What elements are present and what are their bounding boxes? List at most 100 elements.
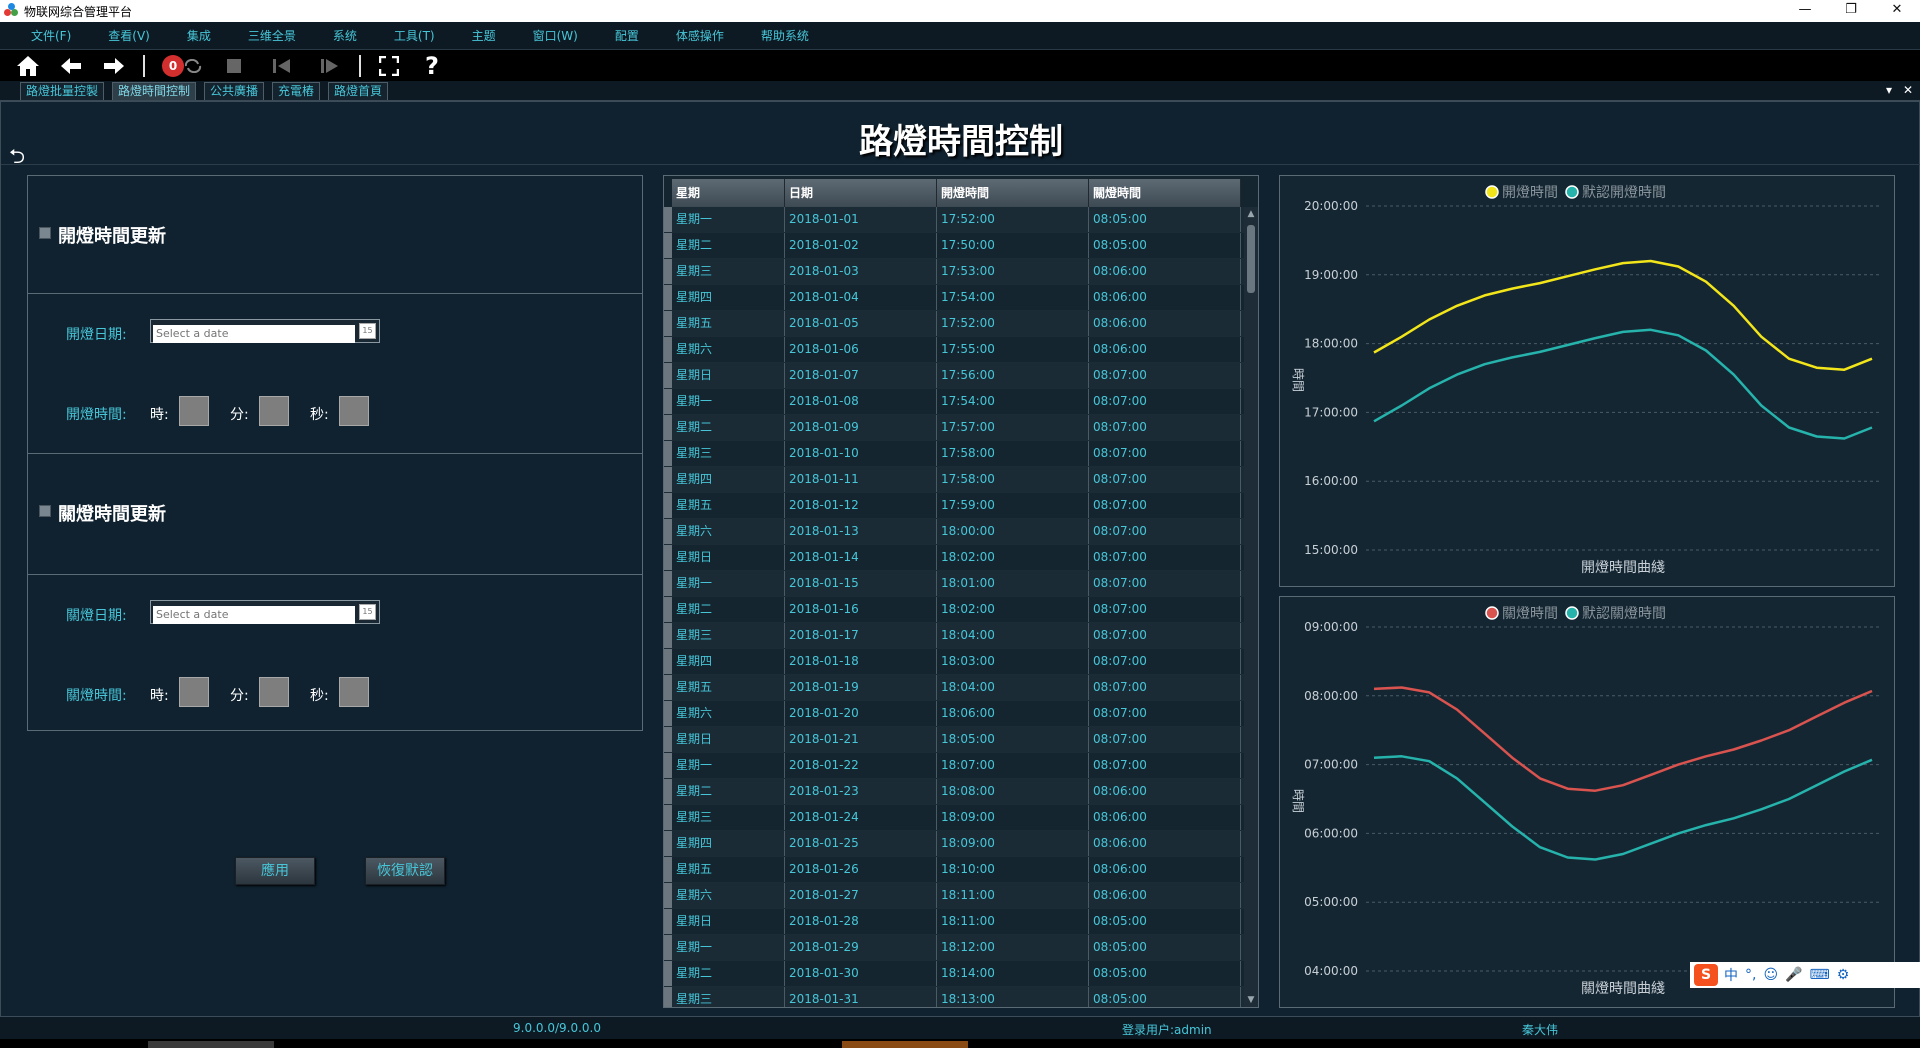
- column-header-off-time[interactable]: 關燈時間: [1089, 179, 1241, 207]
- keyboard-icon[interactable]: ⌨: [1810, 967, 1830, 983]
- row-selector[interactable]: [664, 857, 672, 882]
- table-row[interactable]: 星期六 2018-01-06 17:55:00 08:06:00: [664, 337, 1244, 363]
- table-row[interactable]: 星期二 2018-01-09 17:57:00 08:07:00: [664, 415, 1244, 441]
- menu-theme[interactable]: 主题: [472, 27, 496, 44]
- table-row[interactable]: 星期二 2018-01-30 18:14:00 08:05:00: [664, 961, 1244, 987]
- row-selector[interactable]: [664, 883, 672, 908]
- row-selector[interactable]: [664, 987, 672, 1007]
- row-selector[interactable]: [664, 415, 672, 440]
- back-button[interactable]: [56, 51, 86, 81]
- table-row[interactable]: 星期一 2018-01-01 17:52:00 08:05:00: [664, 207, 1244, 233]
- table-row[interactable]: 星期四 2018-01-25 18:09:00 08:06:00: [664, 831, 1244, 857]
- ime-punct-toggle[interactable]: °,: [1745, 967, 1756, 983]
- row-selector[interactable]: [664, 207, 672, 232]
- on-date-input[interactable]: [153, 324, 355, 343]
- settings-icon[interactable]: ⚙: [1837, 967, 1850, 983]
- refresh-button[interactable]: 0: [158, 51, 206, 81]
- table-row[interactable]: 星期三 2018-01-24 18:09:00 08:06:00: [664, 805, 1244, 831]
- column-header-date[interactable]: 日期: [785, 179, 937, 207]
- row-selector[interactable]: [664, 441, 672, 466]
- legend-label[interactable]: 關燈時間: [1502, 606, 1558, 622]
- microphone-icon[interactable]: 🎤: [1785, 967, 1802, 983]
- legend-marker[interactable]: [1565, 606, 1579, 620]
- row-selector[interactable]: [664, 727, 672, 752]
- legend-label[interactable]: 開燈時間: [1502, 185, 1558, 201]
- row-selector[interactable]: [664, 519, 672, 544]
- table-row[interactable]: 星期四 2018-01-11 17:58:00 08:07:00: [664, 467, 1244, 493]
- menu-tools[interactable]: 工具(T): [394, 27, 435, 44]
- row-selector[interactable]: [664, 311, 672, 336]
- column-header-on-time[interactable]: 開燈時間: [937, 179, 1089, 207]
- undo-back-icon[interactable]: ⮌: [9, 142, 25, 176]
- table-row[interactable]: 星期五 2018-01-26 18:10:00 08:06:00: [664, 857, 1244, 883]
- row-selector[interactable]: [664, 753, 672, 778]
- tab-streetlight-home[interactable]: 路燈首頁: [328, 82, 389, 100]
- legend-marker[interactable]: [1485, 185, 1499, 199]
- table-row[interactable]: 星期三 2018-01-10 17:58:00 08:07:00: [664, 441, 1244, 467]
- table-row[interactable]: 星期日 2018-01-14 18:02:00 08:07:00: [664, 545, 1244, 571]
- calendar-icon[interactable]: 15: [359, 323, 376, 339]
- table-row[interactable]: 星期一 2018-01-08 17:54:00 08:07:00: [664, 389, 1244, 415]
- scrollbar-thumb[interactable]: [1247, 225, 1255, 293]
- on-hour-input[interactable]: [179, 396, 209, 426]
- table-row[interactable]: 星期三 2018-01-31 18:13:00 08:05:00: [664, 987, 1244, 1007]
- off-minute-input[interactable]: [259, 677, 289, 707]
- on-update-checkbox[interactable]: [39, 227, 51, 239]
- row-selector[interactable]: [664, 545, 672, 570]
- table-row[interactable]: 星期四 2018-01-04 17:54:00 08:06:00: [664, 285, 1244, 311]
- on-second-input[interactable]: [339, 396, 369, 426]
- minimize-button[interactable]: —: [1782, 0, 1828, 22]
- menu-system[interactable]: 系统: [333, 27, 357, 44]
- off-update-checkbox[interactable]: [39, 505, 51, 517]
- row-selector[interactable]: [664, 805, 672, 830]
- row-selector[interactable]: [664, 779, 672, 804]
- row-selector[interactable]: [664, 623, 672, 648]
- row-selector[interactable]: [664, 337, 672, 362]
- column-header-weekday[interactable]: 星期: [672, 179, 785, 207]
- table-row[interactable]: 星期五 2018-01-19 18:04:00 08:07:00: [664, 675, 1244, 701]
- taskbar-item[interactable]: [842, 1041, 968, 1048]
- step-back-button[interactable]: [267, 51, 297, 81]
- ime-lang-toggle[interactable]: 中: [1724, 965, 1738, 985]
- table-row[interactable]: 星期日 2018-01-28 18:11:00 08:05:00: [664, 909, 1244, 935]
- tab-charging-pile[interactable]: 充電樁: [272, 82, 321, 100]
- row-selector[interactable]: [664, 649, 672, 674]
- table-row[interactable]: 星期日 2018-01-07 17:56:00 08:07:00: [664, 363, 1244, 389]
- table-scrollbar[interactable]: ▲ ▼: [1244, 207, 1258, 1007]
- row-selector[interactable]: [664, 467, 672, 492]
- off-second-input[interactable]: [339, 677, 369, 707]
- apply-button[interactable]: 應用: [235, 857, 315, 885]
- tab-public-broadcast[interactable]: 公共廣播: [204, 82, 265, 100]
- menu-view[interactable]: 查看(V): [108, 27, 150, 44]
- row-selector[interactable]: [664, 259, 672, 284]
- step-forward-button[interactable]: [315, 51, 345, 81]
- off-hour-input[interactable]: [179, 677, 209, 707]
- taskbar-item[interactable]: [148, 1041, 274, 1048]
- scroll-up-icon[interactable]: ▲: [1244, 209, 1258, 219]
- table-row[interactable]: 星期六 2018-01-13 18:00:00 08:07:00: [664, 519, 1244, 545]
- menu-window[interactable]: 窗口(W): [533, 27, 578, 44]
- menu-help[interactable]: 帮助系统: [761, 27, 809, 44]
- table-row[interactable]: 星期二 2018-01-02 17:50:00 08:05:00: [664, 233, 1244, 259]
- row-selector[interactable]: [664, 935, 672, 960]
- tab-streetlight-batch[interactable]: 路燈批量控製: [20, 82, 105, 100]
- row-selector[interactable]: [664, 389, 672, 414]
- legend-label[interactable]: 默認關燈時間: [1582, 606, 1666, 622]
- table-row[interactable]: 星期四 2018-01-18 18:03:00 08:07:00: [664, 649, 1244, 675]
- fullscreen-button[interactable]: [374, 51, 404, 81]
- table-row[interactable]: 星期二 2018-01-16 18:02:00 08:07:00: [664, 597, 1244, 623]
- tab-dropdown-icon[interactable]: ▾: [1886, 83, 1892, 97]
- table-row[interactable]: 星期一 2018-01-15 18:01:00 08:07:00: [664, 571, 1244, 597]
- restore-button[interactable]: ❐: [1828, 0, 1874, 22]
- row-selector[interactable]: [664, 597, 672, 622]
- menu-file[interactable]: 文件(F): [31, 27, 71, 44]
- row-selector[interactable]: [664, 363, 672, 388]
- table-row[interactable]: 星期五 2018-01-12 17:59:00 08:07:00: [664, 493, 1244, 519]
- close-button[interactable]: ✕: [1874, 0, 1920, 22]
- tab-streetlight-time[interactable]: 路燈時間控制: [112, 82, 197, 100]
- row-selector[interactable]: [664, 675, 672, 700]
- legend-marker[interactable]: [1485, 606, 1499, 620]
- on-minute-input[interactable]: [259, 396, 289, 426]
- home-button[interactable]: [13, 51, 43, 81]
- row-selector[interactable]: [664, 285, 672, 310]
